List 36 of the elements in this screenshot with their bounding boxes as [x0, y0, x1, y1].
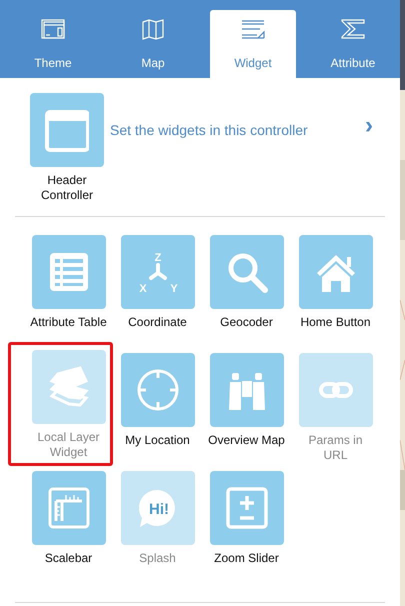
chevron-icon[interactable]: › [365, 114, 373, 138]
widget-name: Local Layer Widget [36, 430, 101, 460]
tab[interactable]: Attribute [310, 10, 396, 78]
sigma-icon [340, 18, 366, 40]
widget-tile[interactable] [32, 471, 106, 545]
widget-name: Geocoder [219, 315, 274, 330]
widget-tile[interactable] [210, 235, 284, 309]
header-controller-tile[interactable] [30, 93, 104, 167]
widget-tile[interactable] [298, 235, 372, 309]
widget-name: Params in URL [307, 433, 364, 463]
widget-tile[interactable] [32, 235, 106, 309]
tab[interactable]: Map [110, 10, 196, 78]
controller-name: Header Controller [40, 173, 94, 203]
widget-name: Overview Map [207, 433, 286, 448]
widget-name: Attribute Table [29, 315, 108, 330]
scalebar-icon [46, 486, 90, 530]
window-icon [40, 18, 66, 40]
widget-name: Coordinate [127, 315, 188, 330]
widget-tile[interactable] [210, 353, 284, 427]
widget-name: Home Button [299, 315, 372, 330]
location-icon [136, 368, 180, 412]
widget-name: Zoom Slider [213, 551, 280, 566]
layers-icon [46, 365, 90, 409]
browser-window-icon [45, 108, 89, 152]
widget-name: Scalebar [44, 551, 94, 566]
widget-tile[interactable] [210, 471, 284, 545]
controller-link[interactable]: Set the widgets in this controller [110, 122, 308, 138]
tab[interactable]: Widget [210, 10, 296, 78]
tab[interactable]: Theme [10, 10, 96, 78]
widget-name: Splash [138, 551, 177, 566]
widget-tile[interactable] [120, 353, 194, 427]
map-icon [140, 18, 166, 40]
widget-name: My Location [124, 433, 191, 448]
lines-icon [240, 18, 266, 40]
link-icon [316, 380, 354, 400]
zoom-icon [224, 486, 268, 530]
